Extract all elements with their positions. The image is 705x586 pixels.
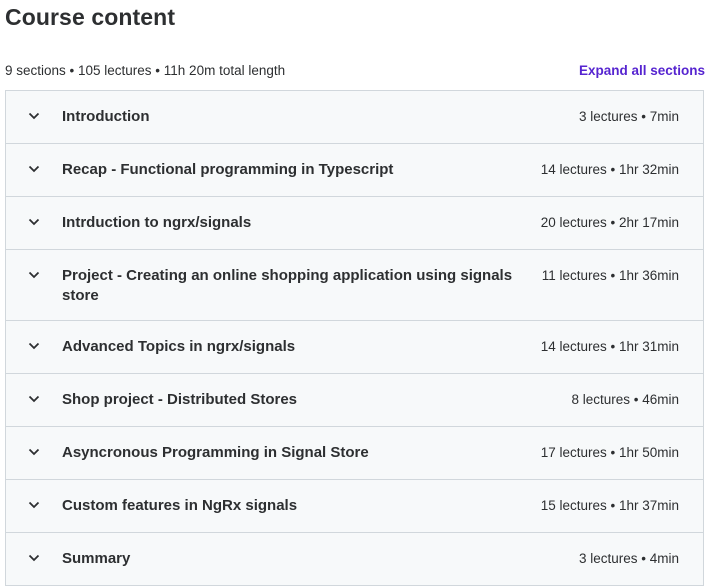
section-meta: 15 lectures • 1hr 37min: [540, 498, 679, 513]
section-meta: 3 lectures • 7min: [578, 109, 679, 124]
chevron-down-icon: [6, 213, 62, 231]
section-shop-project-distributed-stores[interactable]: Shop project - Distributed Stores 8 lect…: [6, 374, 703, 427]
section-project-online-shopping[interactable]: Project - Creating an online shopping ap…: [6, 250, 703, 321]
chevron-down-icon: [6, 337, 62, 355]
section-meta: 20 lectures • 2hr 17min: [540, 215, 679, 230]
section-summary[interactable]: Summary 3 lectures • 4min: [6, 533, 703, 586]
section-title: Shop project - Distributed Stores: [62, 391, 298, 408]
chevron-down-icon: [6, 266, 62, 284]
course-summary-bar: 9 sections • 105 lectures • 11h 20m tota…: [5, 61, 705, 79]
chevron-down-icon: [6, 549, 62, 567]
course-content-panel: Course content 9 sections • 105 lectures…: [0, 0, 705, 586]
section-title: Advanced Topics in ngrx/signals: [62, 338, 296, 355]
chevron-down-icon: [6, 496, 62, 514]
chevron-down-icon: [6, 443, 62, 461]
section-title: Intrduction to ngrx/signals: [62, 214, 252, 231]
chevron-down-icon: [6, 160, 62, 178]
expand-all-sections-button[interactable]: Expand all sections: [579, 63, 705, 78]
section-title: Asyncronous Programming in Signal Store: [62, 444, 369, 461]
section-introduction-to-ngrx-signals[interactable]: Intrduction to ngrx/signals 20 lectures …: [6, 197, 703, 250]
section-advanced-topics[interactable]: Advanced Topics in ngrx/signals 14 lectu…: [6, 321, 703, 374]
section-title: Introduction: [62, 108, 150, 125]
chevron-down-icon: [6, 390, 62, 408]
page-title: Course content: [5, 4, 176, 30]
section-meta: 3 lectures • 4min: [578, 551, 679, 566]
section-title: Custom features in NgRx signals: [62, 497, 298, 514]
section-title: Project - Creating an online shopping ap…: [62, 267, 513, 304]
section-meta: 8 lectures • 46min: [571, 392, 679, 407]
course-meta: 9 sections • 105 lectures • 11h 20m tota…: [5, 62, 286, 78]
section-meta: 14 lectures • 1hr 31min: [540, 339, 679, 354]
section-recap-functional-programming[interactable]: Recap - Functional programming in Typesc…: [6, 144, 703, 197]
section-asynchronous-programming[interactable]: Asyncronous Programming in Signal Store …: [6, 427, 703, 480]
section-title: Summary: [62, 550, 131, 567]
section-custom-features[interactable]: Custom features in NgRx signals 15 lectu…: [6, 480, 703, 533]
section-meta: 17 lectures • 1hr 50min: [540, 445, 679, 460]
sections-list: Introduction 3 lectures • 7min Recap - F…: [5, 90, 704, 586]
section-meta: 11 lectures • 1hr 36min: [541, 268, 679, 283]
section-title: Recap - Functional programming in Typesc…: [62, 161, 394, 178]
section-meta: 14 lectures • 1hr 32min: [540, 162, 679, 177]
chevron-down-icon: [6, 107, 62, 125]
section-introduction[interactable]: Introduction 3 lectures • 7min: [6, 91, 703, 144]
